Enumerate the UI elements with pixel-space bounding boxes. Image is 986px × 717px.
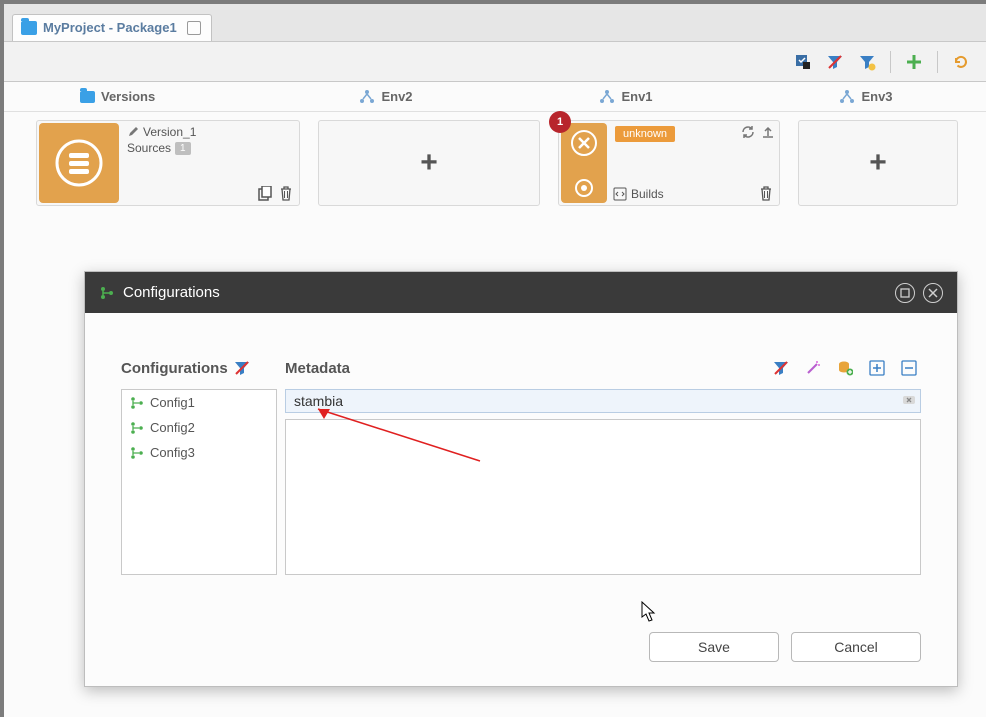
plus-icon: + [869, 146, 887, 180]
copy-icon[interactable] [258, 186, 273, 201]
filter-yellow-icon[interactable] [858, 53, 876, 71]
env3-empty-card[interactable]: + [798, 120, 958, 206]
database-icon [55, 139, 103, 187]
upload-icon[interactable] [761, 125, 775, 139]
column-headers: Versions Env2 Env1 Env3 [4, 82, 986, 112]
trash-icon[interactable] [759, 186, 773, 201]
wand-icon[interactable] [805, 360, 821, 376]
dialog-close-button[interactable] [923, 283, 943, 303]
configurations-label: Configurations [121, 360, 228, 377]
builds-label: Builds [631, 187, 664, 201]
env-icon [359, 89, 375, 105]
env-icon-box [561, 123, 607, 203]
tab-title: MyProject - Package1 [43, 20, 177, 35]
filter-icon[interactable] [773, 360, 789, 376]
add-icon[interactable] [905, 53, 923, 71]
remove-box-icon[interactable] [901, 360, 917, 376]
col-env2[interactable]: Env2 [266, 89, 506, 105]
database-add-icon[interactable] [837, 360, 853, 376]
dialog-undock-button[interactable] [895, 283, 915, 303]
sync-icon[interactable] [741, 125, 755, 139]
filter-red-icon[interactable] [826, 53, 844, 71]
tab-checkbox[interactable] [187, 21, 201, 35]
dialog-title: Configurations [123, 284, 220, 301]
dialog-body: Configurations Metadata Config1 [85, 313, 957, 575]
cancel-button[interactable]: Cancel [791, 632, 921, 662]
tab-strip: MyProject - Package1 [4, 4, 986, 42]
config-item-label: Config1 [150, 395, 195, 410]
metadata-panel [285, 389, 921, 575]
alert-badge: 1 [549, 111, 571, 133]
col-versions-label: Versions [101, 89, 155, 104]
col-env3-label: Env3 [861, 89, 892, 104]
refresh-icon[interactable] [952, 53, 970, 71]
panels: Config1 Config2 Config3 [121, 389, 921, 575]
dialog-titlebar: Configurations [85, 272, 957, 313]
col-versions[interactable]: Versions [4, 89, 266, 104]
env-icon [839, 89, 855, 105]
version-name: Version_1 [143, 125, 196, 139]
tools-icon [570, 129, 598, 157]
card-row: Version_1 Sources 1 + 1 unknown [4, 112, 986, 206]
checklist-icon[interactable] [794, 53, 812, 71]
branch-icon [99, 285, 115, 301]
filter-icon[interactable] [234, 360, 250, 376]
folder-icon [21, 21, 37, 35]
toolbar-separator [890, 51, 891, 73]
sources-count: 1 [175, 142, 191, 155]
save-button[interactable]: Save [649, 632, 779, 662]
project-tab[interactable]: MyProject - Package1 [12, 14, 212, 41]
branch-icon [130, 446, 144, 460]
config-list: Config1 Config2 Config3 [121, 389, 277, 575]
version-card[interactable]: Version_1 Sources 1 [36, 120, 300, 206]
add-box-icon[interactable] [869, 360, 885, 376]
env-icon [599, 89, 615, 105]
branch-icon [130, 396, 144, 410]
status-pill: unknown [615, 126, 675, 142]
config-item-label: Config2 [150, 420, 195, 435]
toolbar [4, 42, 986, 82]
config-item[interactable]: Config3 [122, 440, 276, 465]
trash-icon[interactable] [279, 186, 293, 201]
code-file-icon [613, 187, 627, 201]
folder-icon [80, 91, 95, 103]
metadata-search-input[interactable] [285, 389, 921, 413]
metadata-label: Metadata [285, 360, 350, 377]
col-env3[interactable]: Env3 [746, 89, 986, 105]
toolbar-separator [937, 51, 938, 73]
configurations-dialog: Configurations Configurations Metadata [84, 271, 958, 687]
clear-input-icon[interactable] [901, 392, 917, 408]
dialog-buttons: Save Cancel [649, 632, 921, 662]
metadata-results [285, 419, 921, 575]
sources-label: Sources [127, 141, 171, 155]
plus-icon: + [420, 146, 438, 180]
version-icon-box [39, 123, 119, 203]
edit-icon[interactable] [127, 126, 139, 138]
record-icon [575, 179, 593, 197]
col-env2-label: Env2 [381, 89, 412, 104]
env1-card[interactable]: 1 unknown Builds [558, 120, 780, 206]
config-item[interactable]: Config1 [122, 390, 276, 415]
branch-icon [130, 421, 144, 435]
col-env1-label: Env1 [621, 89, 652, 104]
config-item[interactable]: Config2 [122, 415, 276, 440]
config-item-label: Config3 [150, 445, 195, 460]
col-env1[interactable]: Env1 [506, 89, 746, 105]
section-headers: Configurations Metadata [121, 355, 921, 381]
env2-empty-card[interactable]: + [318, 120, 540, 206]
env-info: unknown Builds [609, 121, 779, 205]
